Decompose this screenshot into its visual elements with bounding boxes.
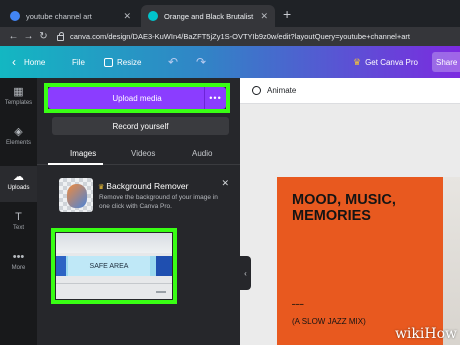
undo-icon: ↶ bbox=[168, 55, 179, 69]
browser-tab-youtube[interactable]: youtube channel art ✕ bbox=[3, 5, 138, 27]
reload-icon[interactable]: ↻ bbox=[36, 31, 51, 42]
browser-tab-canva[interactable]: Orange and Black Brutalist Swiss ✕ bbox=[141, 5, 275, 27]
rail-label: More bbox=[11, 265, 26, 271]
rail-item-text[interactable]: T Text bbox=[0, 211, 37, 241]
animate-icon bbox=[252, 86, 261, 95]
background-remover-promo[interactable]: ♛ Background Remover Remove the backgroun… bbox=[52, 174, 229, 216]
file-menu-button[interactable]: File bbox=[72, 46, 85, 78]
record-yourself-button[interactable]: Record yourself bbox=[52, 117, 229, 135]
design-subtitle[interactable]: (A SLOW JAZZ MIX) bbox=[292, 317, 366, 326]
resize-label: Resize bbox=[117, 57, 142, 67]
resize-button[interactable]: Resize bbox=[104, 46, 141, 78]
design-canvas[interactable]: MOOD, MUSIC, MEMORIES ▬▬▬ (A SLOW JAZZ M… bbox=[277, 177, 443, 345]
safe-area-label: SAFE AREA bbox=[89, 262, 129, 270]
chevron-left-icon: ‹ bbox=[12, 55, 16, 69]
browser-tab-strip: youtube channel art ✕ Orange and Black B… bbox=[0, 0, 460, 27]
file-label: File bbox=[72, 57, 85, 67]
upload-media-button[interactable]: Upload media ••• bbox=[48, 87, 226, 109]
close-icon[interactable]: ✕ bbox=[221, 178, 229, 189]
lock-icon bbox=[57, 31, 64, 41]
undo-button[interactable]: ↶ bbox=[168, 46, 178, 78]
thumb-dark-right bbox=[156, 256, 172, 276]
get-canva-pro-button[interactable]: ♛ Get Canva Pro bbox=[353, 46, 418, 78]
record-yourself-label: Record yourself bbox=[112, 121, 169, 131]
cutout-subject-image bbox=[67, 184, 87, 208]
rail-item-more[interactable]: ••• More bbox=[0, 251, 37, 281]
google-favicon-icon bbox=[10, 11, 20, 21]
redo-icon: ↷ bbox=[196, 55, 207, 69]
crown-icon: ♛ bbox=[353, 56, 362, 67]
close-icon[interactable]: ✕ bbox=[123, 11, 131, 22]
home-button[interactable]: ‹ Home bbox=[12, 46, 45, 78]
editor-toolbar: Animate bbox=[240, 78, 460, 104]
more-dots-icon: ••• bbox=[12, 251, 25, 263]
rail-label: Uploads bbox=[7, 185, 30, 191]
side-rail: ▦ Templates ◈ Elements ☁ Uploads T Text … bbox=[0, 78, 37, 345]
tab-title: Orange and Black Brutalist Swiss bbox=[164, 11, 255, 21]
canva-top-bar: ‹ Home File Resize ↶ ↷ ♛ Get Canva Pro S… bbox=[0, 46, 460, 78]
next-page-preview bbox=[443, 177, 460, 345]
animate-button[interactable]: Animate bbox=[267, 86, 296, 95]
rail-item-uploads[interactable]: ☁ Uploads bbox=[0, 166, 37, 202]
rail-item-templates[interactable]: ▦ Templates bbox=[0, 86, 37, 116]
tab-audio[interactable]: Audio bbox=[192, 149, 212, 158]
active-tab-indicator bbox=[48, 163, 103, 165]
address-bar: ← → ↻ canva.com/design/DAE3-KuWIn4/BaZFT… bbox=[0, 27, 460, 46]
design-small-text-mark: ▬▬▬ bbox=[292, 302, 304, 306]
new-tab-icon[interactable]: + bbox=[283, 6, 291, 22]
tab-videos[interactable]: Videos bbox=[131, 149, 155, 158]
share-label: Share bbox=[436, 57, 458, 67]
thumb-guide-line bbox=[56, 283, 172, 284]
design-headline[interactable]: MOOD, MUSIC, MEMORIES bbox=[292, 192, 442, 225]
upload-options-button[interactable]: ••• bbox=[204, 87, 226, 109]
canva-favicon-icon bbox=[148, 11, 158, 21]
templates-icon: ▦ bbox=[13, 86, 24, 98]
text-icon: T bbox=[15, 211, 22, 223]
upload-media-label: Upload media bbox=[112, 93, 162, 103]
resize-icon bbox=[104, 57, 113, 67]
wikihow-watermark: wikiHow bbox=[394, 326, 457, 342]
rail-label: Templates bbox=[4, 100, 33, 106]
forward-icon[interactable]: → bbox=[21, 31, 36, 42]
promo-description: Remove the background of your image in o… bbox=[99, 194, 218, 210]
background-remover-thumbnail bbox=[59, 178, 93, 212]
upload-cloud-icon: ☁ bbox=[13, 171, 24, 183]
get-pro-label: Get Canva Pro bbox=[365, 57, 418, 67]
redo-button[interactable]: ↷ bbox=[196, 46, 206, 78]
elements-icon: ◈ bbox=[14, 126, 23, 138]
collapse-panel-handle[interactable]: ‹ bbox=[240, 256, 251, 290]
promo-title-text: Background Remover bbox=[106, 181, 189, 191]
thumb-dark-left bbox=[56, 256, 66, 276]
tab-images[interactable]: Images bbox=[70, 149, 96, 158]
close-icon[interactable]: ✕ bbox=[260, 11, 268, 22]
chevron-left-icon: ‹ bbox=[244, 268, 247, 278]
thumb-sky bbox=[56, 233, 172, 253]
rail-label: Elements bbox=[5, 140, 31, 146]
share-button[interactable]: Share bbox=[432, 52, 460, 72]
home-label: Home bbox=[24, 57, 46, 67]
uploads-panel: Upload media ••• Record yourself Images … bbox=[37, 78, 240, 345]
back-icon[interactable]: ← bbox=[6, 31, 21, 42]
promo-title: ♛ Background Remover bbox=[98, 181, 189, 191]
crown-icon: ♛ bbox=[98, 184, 105, 191]
url-field[interactable]: canva.com/design/DAE3-KuWIn4/BaZFT5jZy1S… bbox=[70, 32, 410, 41]
rail-item-elements[interactable]: ◈ Elements bbox=[0, 126, 37, 156]
media-tabs: Images Videos Audio bbox=[37, 145, 240, 165]
uploaded-image-thumbnail[interactable]: SAFE AREA bbox=[56, 233, 172, 299]
rail-label: Text bbox=[12, 225, 24, 231]
thumb-mark bbox=[156, 291, 166, 293]
tab-title: youtube channel art bbox=[26, 11, 92, 21]
